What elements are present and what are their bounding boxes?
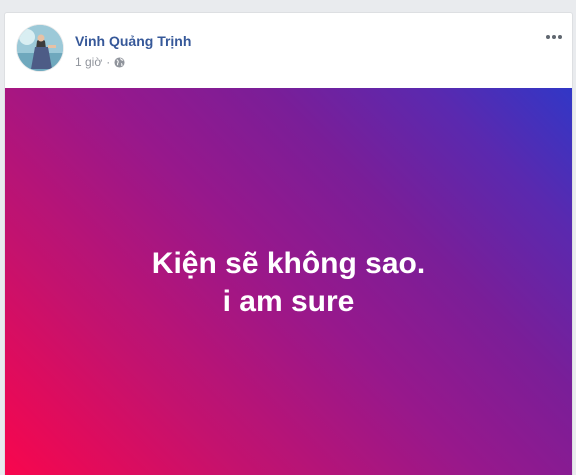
status-background: Kiện sẽ không sao. i am sure: [5, 88, 572, 475]
post-card: Vinh Quảng Trịnh 1 giờ · Kiện sẽ không s…: [4, 12, 573, 475]
status-line: Kiện sẽ không sao.: [151, 247, 426, 280]
more-options-button[interactable]: [542, 27, 566, 47]
status-text: Kiện sẽ không sao. i am sure: [5, 245, 572, 321]
more-dots-icon: [546, 35, 550, 39]
author-name[interactable]: Vinh Quảng Trịnh: [75, 33, 191, 49]
globe-icon[interactable]: [114, 56, 125, 68]
avatar-image: [17, 25, 63, 71]
meta-separator: ·: [106, 55, 111, 69]
status-line: i am sure: [222, 285, 355, 318]
post-timestamp[interactable]: 1 giờ: [75, 55, 102, 69]
post-meta: 1 giờ ·: [75, 55, 125, 69]
post-header: Vinh Quảng Trịnh 1 giờ ·: [5, 13, 572, 88]
avatar[interactable]: [17, 25, 63, 71]
